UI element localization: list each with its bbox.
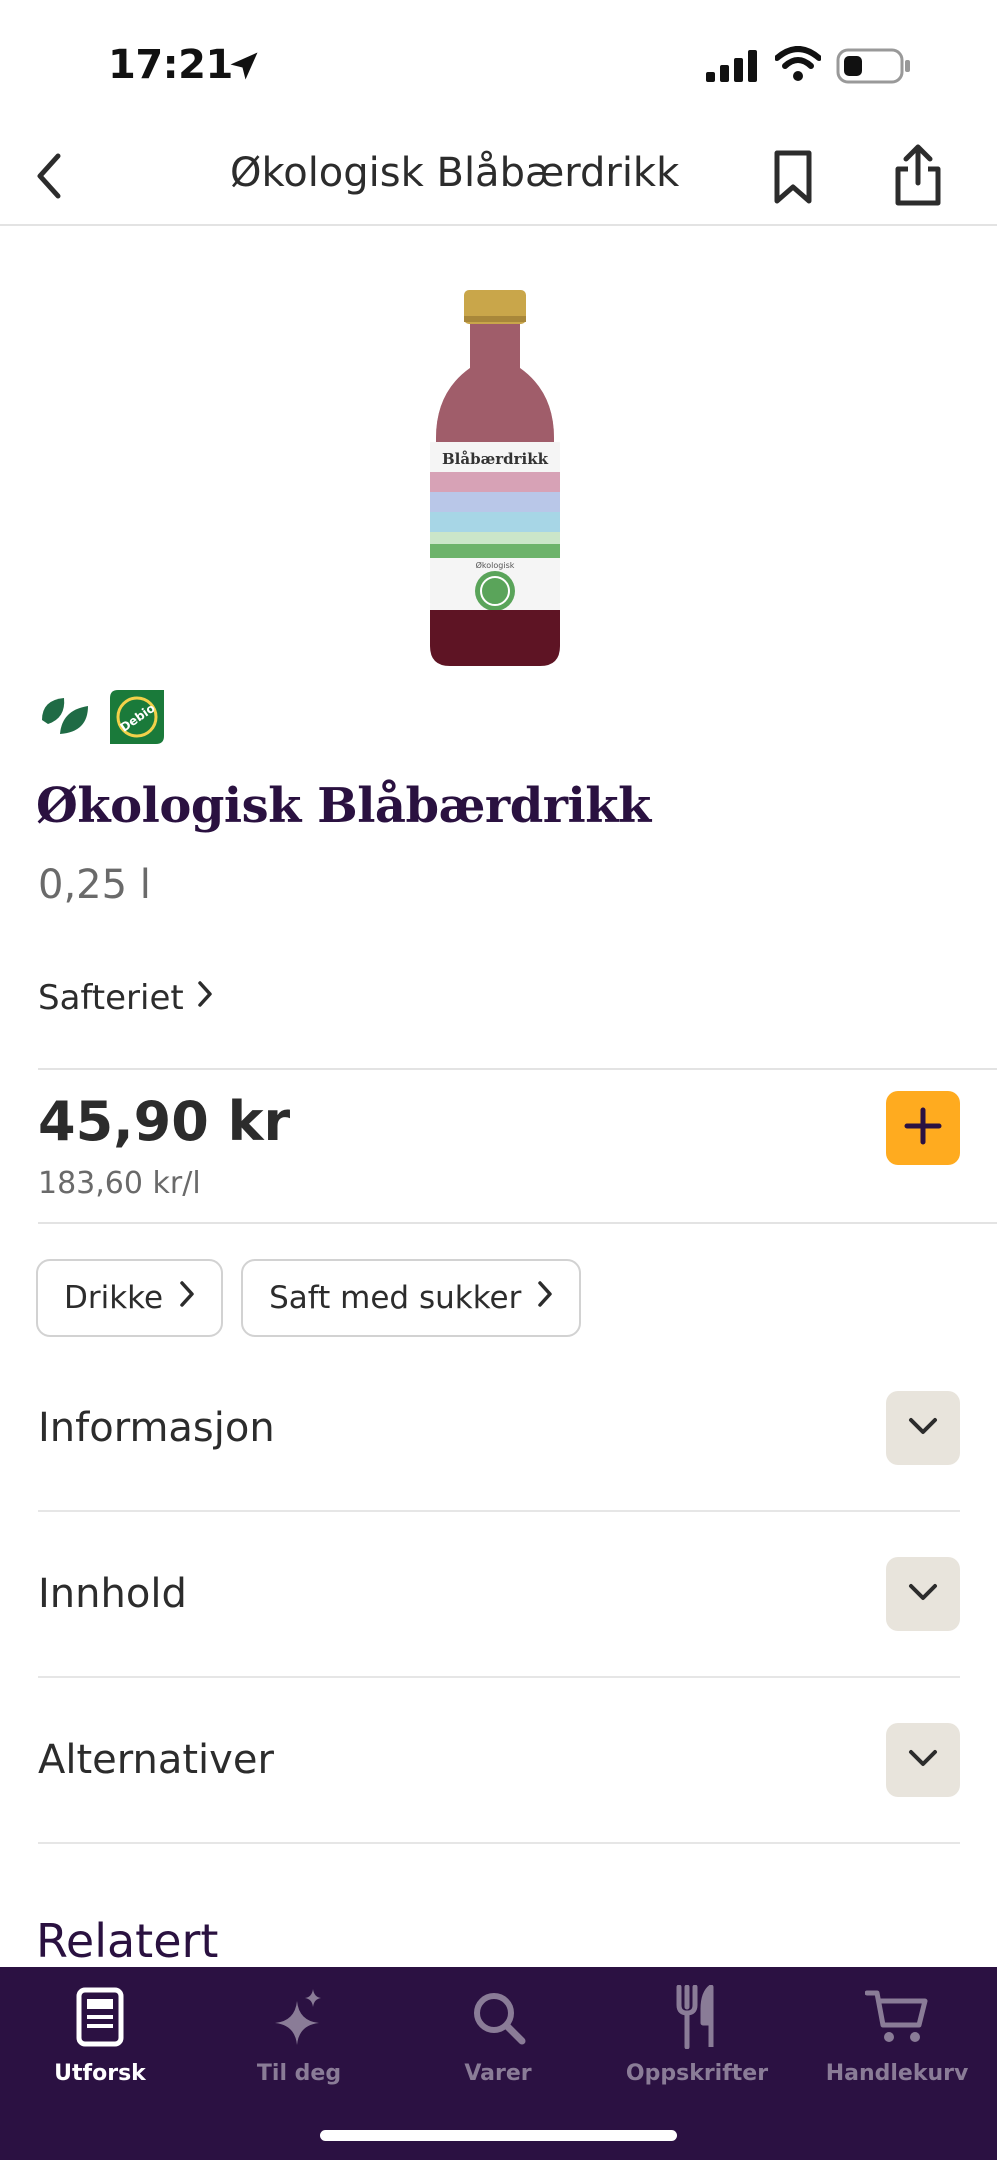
status-time: 17:21: [108, 42, 233, 88]
tab-label: Oppskrifter: [625, 2061, 769, 2086]
cellular-signal-icon: [706, 50, 758, 86]
product-badges: Debio: [38, 688, 166, 750]
bottle-label-subtitle: Økologisk: [476, 560, 515, 570]
unit-price: 183,60 kr/l: [38, 1166, 201, 1201]
explore-icon: [76, 1981, 124, 2053]
expand-button[interactable]: [886, 1723, 960, 1797]
chevron-left-icon: [34, 152, 64, 204]
bookmark-button[interactable]: [766, 144, 820, 214]
tab-til-deg[interactable]: Til deg: [199, 1981, 399, 2101]
tab-label: Handlekurv: [825, 2061, 969, 2086]
nav-header: Økologisk Blåbærdrikk: [0, 130, 997, 226]
related-heading: Relatert: [36, 1914, 219, 1968]
debio-organic-icon: Debio: [108, 688, 166, 750]
section-innhold[interactable]: Innhold: [38, 1512, 960, 1678]
category-chips: Drikke Saft med sukker: [36, 1259, 582, 1337]
chip-label: Saft med sukker: [269, 1280, 522, 1316]
product-image: Blåbærdrikk Økologisk: [400, 286, 600, 676]
fork-knife-icon: [673, 1981, 721, 2053]
brand-label: Safteriet: [38, 978, 184, 1018]
home-indicator: [320, 2130, 677, 2141]
product-size: 0,25 l: [38, 862, 151, 908]
section-label: Informasjon: [38, 1405, 275, 1451]
product-name: Økologisk Blåbærdrikk: [36, 778, 651, 834]
chevron-down-icon: [908, 1749, 938, 1771]
chevron-down-icon: [908, 1583, 938, 1605]
search-icon: [470, 1981, 526, 2053]
location-arrow-icon: [226, 48, 262, 88]
section-label: Innhold: [38, 1571, 187, 1617]
battery-icon: [836, 48, 912, 88]
category-chip-drikke[interactable]: Drikke: [36, 1259, 224, 1337]
tab-varer[interactable]: Varer: [398, 1981, 598, 2101]
bookmark-icon: [773, 149, 813, 209]
price: 45,90 kr: [38, 1090, 291, 1153]
leaf-icon: [38, 694, 90, 744]
expand-button[interactable]: [886, 1557, 960, 1631]
divider: [38, 1068, 997, 1070]
tab-handlekurv[interactable]: Handlekurv: [797, 1981, 997, 2101]
chip-label: Drikke: [64, 1280, 164, 1316]
chevron-right-icon: [179, 1280, 195, 1316]
tab-utforsk[interactable]: Utforsk: [0, 1981, 200, 2101]
divider: [38, 1222, 997, 1224]
tab-bar: Utforsk Til deg Varer Oppskrifter Handle…: [0, 1967, 997, 2160]
tab-label: Utforsk: [54, 2061, 146, 2086]
chevron-right-icon: [196, 978, 214, 1018]
chevron-down-icon: [908, 1417, 938, 1439]
share-button[interactable]: [888, 140, 948, 214]
plus-icon: [903, 1106, 943, 1150]
add-to-cart-button[interactable]: [886, 1091, 960, 1165]
section-label: Alternativer: [38, 1737, 274, 1783]
nav-title: Økologisk Blåbærdrikk: [230, 150, 680, 196]
tab-label: Varer: [464, 2061, 532, 2086]
section-informasjon[interactable]: Informasjon: [38, 1346, 960, 1512]
bottle-label-title: Blåbærdrikk: [442, 450, 549, 468]
expand-button[interactable]: [886, 1391, 960, 1465]
section-alternativer[interactable]: Alternativer: [38, 1678, 960, 1844]
wifi-icon: [774, 46, 822, 86]
sparkle-icon: [271, 1981, 327, 2053]
category-chip-saft-med-sukker[interactable]: Saft med sukker: [241, 1259, 582, 1337]
tab-oppskrifter[interactable]: Oppskrifter: [597, 1981, 797, 2101]
cart-icon: [865, 1981, 929, 2053]
tab-label: Til deg: [256, 2061, 342, 2086]
share-icon: [892, 143, 944, 211]
chevron-right-icon: [537, 1280, 553, 1316]
back-button[interactable]: [24, 148, 74, 208]
status-bar: 17:21: [0, 0, 997, 130]
brand-link[interactable]: Safteriet: [38, 978, 214, 1018]
